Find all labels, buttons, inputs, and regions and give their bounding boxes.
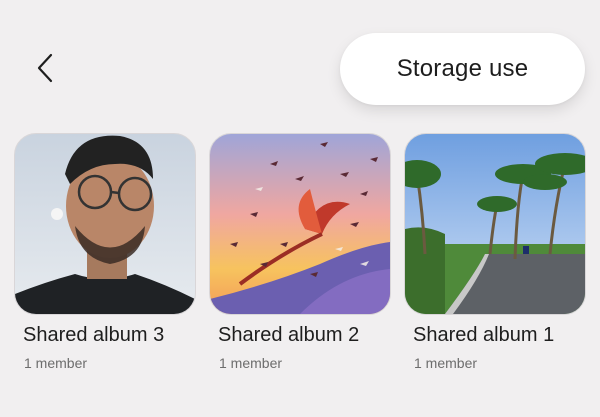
chevron-left-icon xyxy=(36,53,56,88)
birds-sunset-illustration xyxy=(210,134,390,314)
album-card-shared-album-1[interactable]: Shared album 1 1 member xyxy=(404,133,586,371)
album-member-count: 1 member xyxy=(414,355,478,371)
album-title: Shared album 1 xyxy=(413,324,555,346)
album-title: Shared album 3 xyxy=(23,324,165,346)
back-button[interactable] xyxy=(26,50,66,90)
palm-road-photo xyxy=(405,134,585,314)
album-card-shared-album-2[interactable]: Shared album 2 1 member xyxy=(209,133,391,371)
storage-use-button[interactable]: Storage use xyxy=(340,33,585,105)
album-thumbnail[interactable] xyxy=(14,133,196,315)
portrait-photo xyxy=(15,134,195,314)
album-thumbnail[interactable] xyxy=(209,133,391,315)
album-card-shared-album-3[interactable]: Shared album 3 1 member xyxy=(14,133,196,371)
album-thumbnail[interactable] xyxy=(404,133,586,315)
album-title: Shared album 2 xyxy=(218,324,360,346)
album-member-count: 1 member xyxy=(24,355,88,371)
album-member-count: 1 member xyxy=(219,355,283,371)
